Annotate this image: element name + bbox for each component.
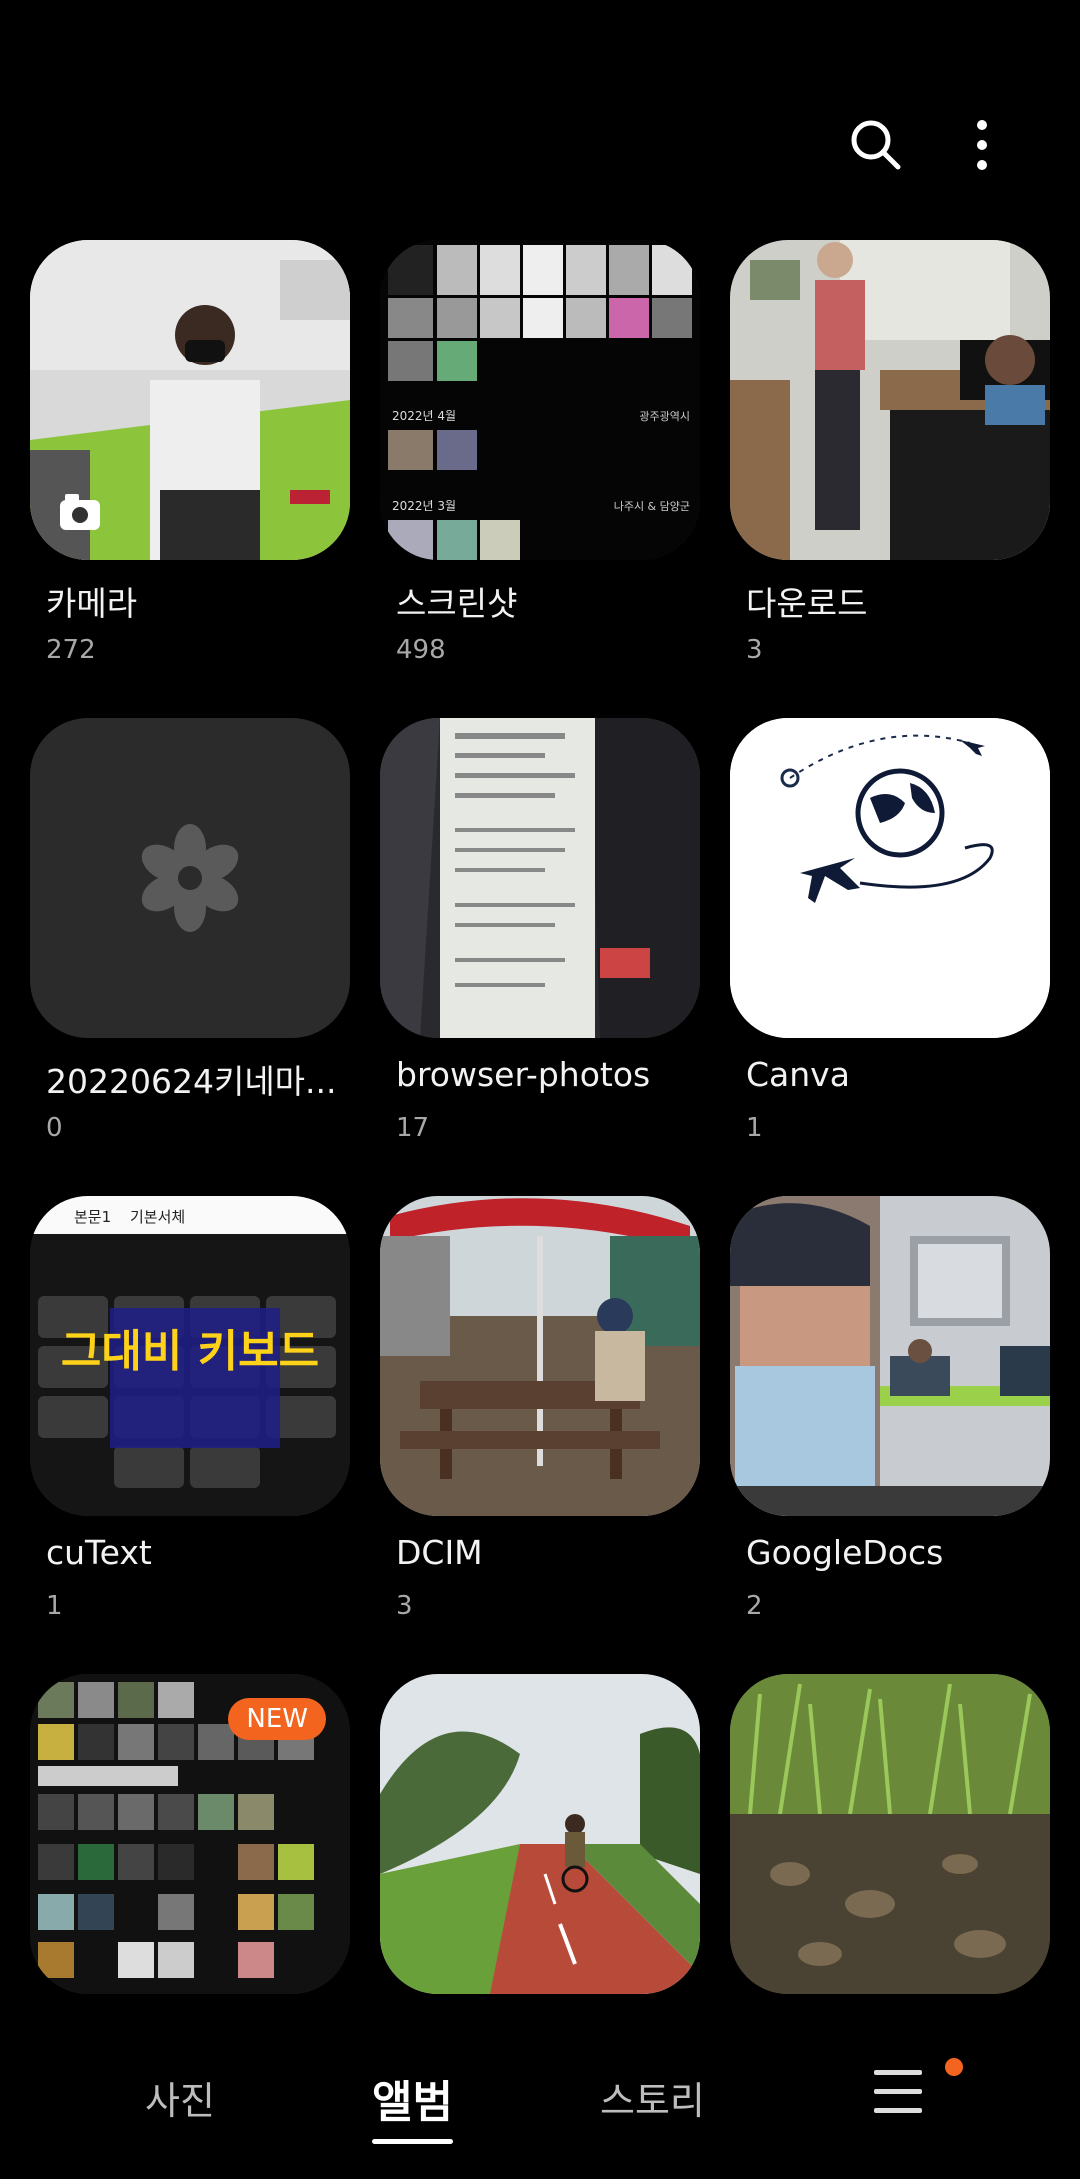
tab-photos[interactable]: 사진 <box>145 2070 215 2125</box>
album-count: 17 <box>396 1113 430 1143</box>
camera-icon <box>60 494 100 530</box>
album-title: Canva <box>746 1055 850 1094</box>
album-count: 3 <box>746 635 763 665</box>
active-tab-indicator <box>372 2139 453 2144</box>
screenshot-date-label: 2022년 4월 <box>392 409 456 423</box>
flower-placeholder-icon <box>141 824 239 932</box>
album-count: 3 <box>396 1591 413 1621</box>
more-vertical-icon <box>977 120 987 170</box>
album-count: 0 <box>46 1113 63 1143</box>
keyboard-toolbar-label: 본문1 <box>74 1208 111 1226</box>
tab-albums[interactable]: 앨범 <box>372 2066 453 2144</box>
album-thumbnail <box>380 1196 700 1516</box>
notification-dot <box>945 2058 963 2076</box>
screenshot-place-label: 광주광역시 <box>639 410 690 423</box>
album-thumbnail: 2022년 4월 광주광역시 2022년 3월 나주시 & 담양군 <box>380 240 700 560</box>
album-thumbnail <box>30 240 350 560</box>
album-title: cuText <box>46 1533 152 1572</box>
screenshot-date-label: 2022년 3월 <box>392 499 456 513</box>
album-title: browser-photos <box>396 1055 651 1094</box>
album-title: DCIM <box>396 1533 483 1572</box>
keyboard-toolbar-label: 기본서체 <box>130 1208 185 1226</box>
album-thumbnail: 본문1 기본서체 그대비 키보드 <box>30 1196 350 1516</box>
album-thumbnail <box>730 1674 1050 1994</box>
keyboard-banner-text: 그대비 키보드 <box>61 1326 319 1377</box>
album-title: 카메라 <box>46 584 138 623</box>
album-title: 20220624키네마... <box>46 1062 337 1101</box>
tab-albums-label: 앨범 <box>372 2077 453 2128</box>
album-count: 1 <box>46 1591 63 1621</box>
album-thumbnail: NEW <box>30 1674 350 1994</box>
more-options-button[interactable] <box>942 105 1022 185</box>
tab-stories[interactable]: 스토리 <box>600 2070 705 2125</box>
album-thumbnail <box>380 718 700 1038</box>
menu-button[interactable] <box>868 2062 928 2122</box>
album-thumbnail <box>730 1196 1050 1516</box>
album-count: 1 <box>746 1113 763 1143</box>
album-thumbnail <box>730 718 1050 1038</box>
screenshot-place-label: 나주시 & 담양군 <box>614 500 690 513</box>
search-button[interactable] <box>836 105 916 185</box>
album-thumbnail <box>30 718 350 1038</box>
album-thumbnail <box>380 1674 700 1994</box>
album-title: 다운로드 <box>746 584 868 623</box>
album-thumbnail <box>730 240 1050 560</box>
bottom-navigation: 사진 앨범 스토리 <box>0 2010 1080 2179</box>
album-count: 2 <box>746 1591 763 1621</box>
top-bar <box>0 0 1080 220</box>
new-badge: NEW <box>228 1698 326 1740</box>
album-title: 스크린샷 <box>396 584 518 623</box>
album-title: GoogleDocs <box>746 1533 944 1572</box>
album-count: 498 <box>396 635 446 665</box>
search-icon <box>851 120 901 170</box>
album-count: 272 <box>46 635 96 665</box>
